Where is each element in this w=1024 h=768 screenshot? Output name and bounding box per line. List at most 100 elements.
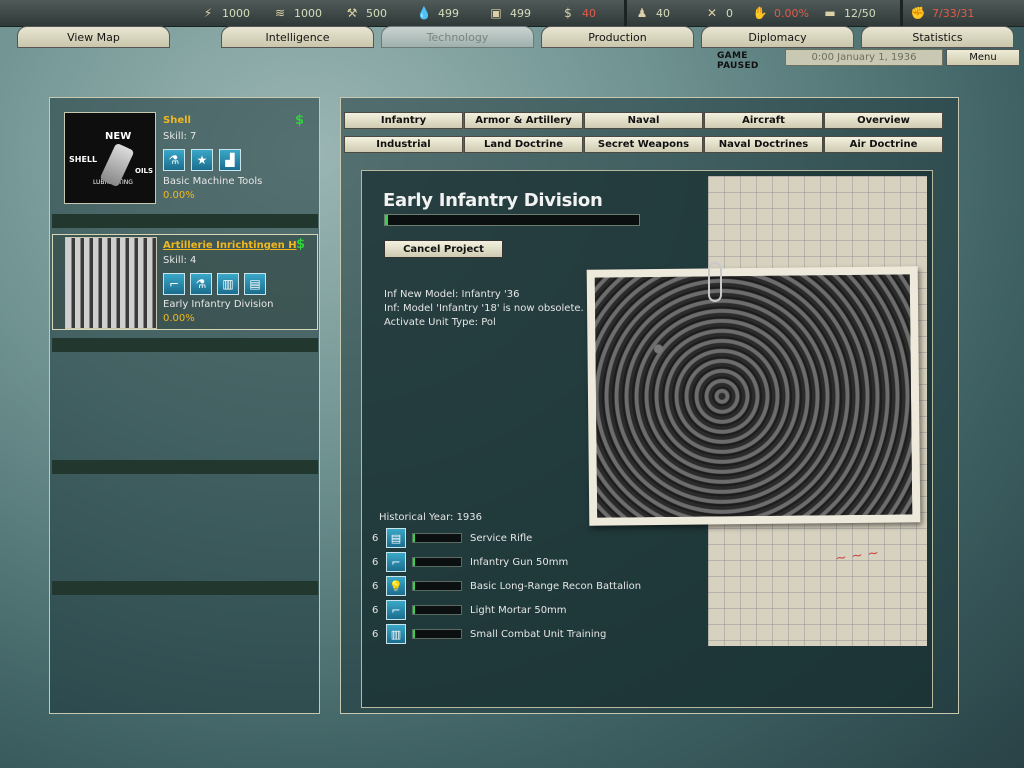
rare-materials-icon: ⚒: [346, 6, 358, 20]
resource-supplies: ▣ 499: [488, 4, 531, 22]
category-overview[interactable]: Overview: [824, 112, 943, 129]
stat-value: 12/50: [844, 6, 876, 20]
progress-fill: [385, 215, 388, 225]
research-team-shell[interactable]: NEW SHELL LUBRICATING OILS Shell $ Skill…: [52, 109, 318, 205]
resource-metal: ≋ 1000: [272, 4, 322, 22]
game-date: 0:00 January 1, 1936: [785, 49, 943, 66]
stat-dissent: ✋ 0.00%: [752, 4, 809, 22]
category-naval-doctrines[interactable]: Naval Doctrines: [704, 136, 823, 153]
resource-value: 1000: [294, 6, 322, 20]
requirement-progress: [412, 557, 462, 567]
requirement-level: 6: [372, 604, 379, 616]
infantry-gun-icon: ⌐: [386, 552, 406, 572]
team-skill: Skill: 7: [163, 131, 197, 142]
divider: [624, 0, 627, 26]
category-armor-artillery[interactable]: Armor & Artillery: [464, 112, 583, 129]
requirement-name: Light Mortar 50mm: [470, 604, 567, 616]
team-logo: NEW SHELL LUBRICATING OILS: [64, 112, 156, 204]
empty-slot: [52, 338, 318, 352]
requirement-level: 6: [372, 556, 379, 568]
dissent-icon: ✋: [752, 6, 768, 20]
resource-energy: ⚡ 1000: [200, 4, 250, 22]
resource-value: 40: [582, 6, 596, 20]
transport-icon: ▬: [824, 6, 836, 20]
requirement-level: 6: [372, 532, 379, 544]
cancel-project-button[interactable]: Cancel Project: [384, 240, 503, 258]
category-air-doctrine[interactable]: Air Doctrine: [824, 136, 943, 153]
requirement-row[interactable]: 6 ⌐ Light Mortar 50mm: [372, 600, 702, 620]
tab-intelligence[interactable]: Intelligence: [221, 26, 374, 48]
team-specialities: ⌐ ⚗ ▥ ▤: [163, 273, 266, 295]
project-title: Early Infantry Division: [383, 190, 603, 211]
troops-image: [594, 274, 913, 518]
project-progress-bar: [384, 214, 640, 226]
requirement-progress: [412, 605, 462, 615]
requirement-row[interactable]: 6 💡 Basic Long-Range Recon Battalion: [372, 576, 702, 596]
requirement-level: 6: [372, 628, 379, 640]
progress-fill: [413, 606, 415, 614]
team-project: Early Infantry Division: [163, 299, 274, 310]
flask-icon: ⚗: [163, 149, 185, 171]
paperclip-icon: [708, 262, 722, 302]
category-aircraft[interactable]: Aircraft: [704, 112, 823, 129]
empty-slot: [52, 214, 318, 228]
progress-fill: [413, 630, 415, 638]
requirement-name: Service Rifle: [470, 532, 533, 544]
progress-fill: [413, 534, 415, 542]
resource-value: 499: [438, 6, 459, 20]
stat-value: 0: [726, 6, 733, 20]
requirement-name: Small Combat Unit Training: [470, 628, 607, 640]
factory-icon: ▟: [219, 149, 241, 171]
resource-rare-materials: ⚒ 500: [344, 4, 387, 22]
empty-slot: [52, 581, 318, 595]
metal-icon: ≋: [274, 6, 286, 20]
category-secret-weapons[interactable]: Secret Weapons: [584, 136, 703, 153]
oil-icon: 💧: [416, 6, 432, 20]
requirement-name: Basic Long-Range Recon Battalion: [470, 580, 642, 592]
resource-value: 500: [366, 6, 387, 20]
research-team-artillerie[interactable]: Artillerie Inrichtingen H $ Skill: 4 ⌐ ⚗…: [52, 234, 318, 330]
stat-value: 7/33/31: [932, 6, 975, 20]
artillery-icon: ⌐: [163, 273, 185, 295]
team-progress: 0.00%: [163, 313, 195, 324]
rifle-icon: ▤: [244, 273, 266, 295]
tab-production[interactable]: Production: [541, 26, 694, 48]
officers-icon: ✊: [910, 6, 926, 20]
menu-button[interactable]: Menu: [946, 49, 1020, 66]
logo-text: SHELL: [69, 155, 98, 164]
tab-statistics[interactable]: Statistics: [861, 26, 1014, 48]
stat-diplomacy: ✕ 0: [704, 4, 733, 22]
tab-view-map[interactable]: View Map: [17, 26, 170, 48]
tab-technology[interactable]: Technology: [381, 26, 534, 48]
supplies-icon: ▣: [490, 6, 502, 20]
requirement-name: Infantry Gun 50mm: [470, 556, 569, 568]
resource-value: 499: [510, 6, 531, 20]
progress-fill: [413, 582, 415, 590]
category-infantry[interactable]: Infantry: [344, 112, 463, 129]
stat-value: 40: [656, 6, 670, 20]
team-name: Artillerie Inrichtingen H: [163, 240, 297, 251]
tab-diplomacy[interactable]: Diplomacy: [701, 26, 854, 48]
book-icon: ▥: [386, 624, 406, 644]
money-icon: $: [564, 6, 572, 20]
manpower-icon: ♟: [636, 6, 648, 20]
stat-officers: ✊ 7/33/31: [910, 4, 975, 22]
effect-line: Activate Unit Type: Pol: [384, 317, 496, 328]
logo-text: OILS: [135, 167, 154, 175]
requirement-row[interactable]: 6 ⌐ Infantry Gun 50mm: [372, 552, 702, 572]
effect-line: Inf: Model 'Infantry '18' is now obsolet…: [384, 303, 584, 314]
dollar-icon: $: [296, 237, 306, 252]
project-photo: [586, 266, 921, 526]
team-photo: [65, 237, 157, 329]
logo-text: NEW: [105, 131, 132, 142]
requirement-progress: [412, 629, 462, 639]
stat-transport: ▬ 12/50: [822, 4, 876, 22]
category-land-doctrine[interactable]: Land Doctrine: [464, 136, 583, 153]
requirement-row[interactable]: 6 ▤ Service Rifle: [372, 528, 702, 548]
stat-manpower: ♟ 40: [634, 4, 670, 22]
category-industrial[interactable]: Industrial: [344, 136, 463, 153]
category-naval[interactable]: Naval: [584, 112, 703, 129]
requirement-row[interactable]: 6 ▥ Small Combat Unit Training: [372, 624, 702, 644]
game-paused-label: GAME PAUSED: [717, 51, 759, 71]
team-name: Shell: [163, 115, 191, 126]
